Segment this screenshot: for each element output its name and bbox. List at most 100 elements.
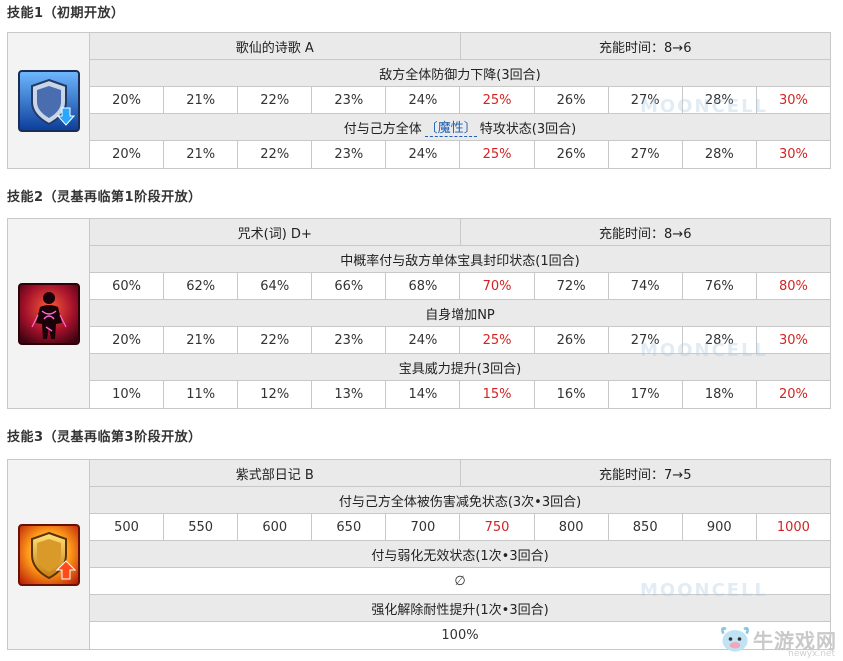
skill-1-name: 歌仙的诗歌 A [235, 40, 314, 56]
shield-damage-cut-icon [17, 523, 80, 586]
site-logo[interactable]: 牛游戏网 newyx.net [717, 621, 837, 659]
skill-2-effect-1-label: 中概率付与敌方单体宝具封印状态(1回合) [90, 246, 830, 273]
value-cell: 12% [237, 381, 312, 408]
skill-2-icon-cell [8, 219, 90, 408]
value-cell: 66% [311, 273, 386, 299]
skill-2-name: 咒术(词) D+ [237, 226, 312, 242]
value-cell: 28% [681, 327, 756, 353]
value-cell: 23% [311, 327, 386, 353]
value-cell: 21% [163, 141, 238, 168]
skill-2-table: 咒术(词) D+ 充能时间：8→6 中概率付与敌方单体宝具封印状态(1回合) 6… [7, 218, 831, 409]
value-cell: 26% [533, 87, 608, 113]
value-cell: 11% [163, 381, 238, 408]
value-cell: 60% [90, 273, 164, 299]
value-cell: 500 [90, 514, 164, 540]
trait-link-demonic[interactable]: 〔魔性〕 [424, 117, 477, 137]
skill-3-table: 紫式部日记 B 充能时间：7→5 付与己方全体被伤害减免状态(3次•3回合) 5… [7, 459, 831, 650]
value-cell-highlight: 70% [459, 273, 534, 299]
value-cell: 700 [385, 514, 460, 540]
skill-2-effect-3-label: 宝具威力提升(3回合) [90, 354, 830, 381]
value-cell: 10% [90, 381, 164, 408]
value-cell: 23% [311, 141, 386, 168]
value-cell: 20% [90, 87, 164, 113]
value-cell: 22% [237, 141, 312, 168]
value-cell: 13% [311, 381, 386, 408]
site-url-text: newyx.net [788, 649, 835, 659]
value-cell: 20% [90, 327, 164, 353]
skill-3-icon-cell [8, 460, 90, 649]
skill-3-name: 紫式部日记 B [235, 467, 314, 483]
value-cell: 76% [681, 273, 756, 299]
skill-1-effect-1-values: 20% 21% 22% 23% 24% 25% 26% 27% 28% 30% [90, 87, 830, 114]
single-value: 100% [441, 628, 479, 643]
value-cell: 850 [607, 514, 682, 540]
effect-label-text: 宝具威力提升(3回合) [398, 361, 522, 377]
effect-label-text: 付与弱化无效状态(1次•3回合) [371, 548, 549, 564]
value-cell: 74% [607, 273, 682, 299]
effect-label-text: 付与己方全体被伤害减免状态(3次•3回合) [338, 494, 582, 510]
value-cell: 650 [311, 514, 386, 540]
value-cell: 27% [607, 327, 682, 353]
skill-1-effect-2-values: 20% 21% 22% 23% 24% 25% 26% 27% 28% 30% [90, 141, 830, 168]
skill-2-effect-1-values: 60% 62% 64% 66% 68% 70% 72% 74% 76% 80% [90, 273, 830, 300]
effect-label-text: 强化解除耐性提升(1次•3回合) [371, 602, 549, 618]
value-cell: 27% [607, 141, 682, 168]
skill-2-title: 技能2（灵基再临第1阶段开放） [7, 190, 202, 205]
effect-label-text: 特攻状态(3回合) [479, 121, 577, 137]
value-cell: 550 [163, 514, 238, 540]
skill-1-header-row: 歌仙的诗歌 A 充能时间：8→6 [90, 33, 830, 60]
value-cell: 16% [533, 381, 608, 408]
value-cell: 26% [533, 327, 608, 353]
value-cell-highlight: 25% [459, 327, 534, 353]
effect-label-text: 付与己方全体 [343, 121, 422, 137]
value-cell-highlight: 30% [755, 141, 830, 168]
value-cell: 72% [533, 273, 608, 299]
skill-3-header-row: 紫式部日记 B 充能时间：7→5 [90, 460, 830, 487]
skill-1-effect-1-label: 敌方全体防御力下降(3回合) [90, 60, 830, 87]
value-cell: 24% [385, 141, 460, 168]
value-cell: 27% [607, 87, 682, 113]
value-cell: 14% [385, 381, 460, 408]
skill-1-charge: 充能时间：8→6 [459, 33, 831, 59]
value-cell-highlight: 30% [755, 327, 830, 353]
value-cell: 68% [385, 273, 460, 299]
value-cell-highlight: 1000 [755, 514, 830, 540]
skill-2-effect-2-values: 20% 21% 22% 23% 24% 25% 26% 27% 28% 30% [90, 327, 830, 354]
value-cell: 900 [681, 514, 756, 540]
value-cell: 600 [237, 514, 312, 540]
value-cell: 28% [681, 141, 756, 168]
value-cell: 28% [681, 87, 756, 113]
skill-1-title: 技能1（初期开放） [7, 6, 125, 21]
single-value: ∅ [454, 573, 466, 589]
skill-3-effect-1-values: 500 550 600 650 700 750 800 850 900 1000 [90, 514, 830, 541]
skill-2-charge: 充能时间：8→6 [459, 219, 831, 245]
value-cell-highlight: 25% [459, 141, 534, 168]
value-cell-highlight: 25% [459, 87, 534, 113]
skill-3-effect-2-value: ∅ [90, 568, 830, 595]
value-cell: 18% [681, 381, 756, 408]
cow-mascot-icon [721, 627, 749, 652]
curse-figure-icon [17, 282, 80, 345]
skill-3-effect-3-label: 强化解除耐性提升(1次•3回合) [90, 595, 830, 622]
effect-label-text: 自身增加NP [425, 307, 495, 323]
value-cell-highlight: 15% [459, 381, 534, 408]
value-cell-highlight: 30% [755, 87, 830, 113]
value-cell-highlight: 750 [459, 514, 534, 540]
value-cell: 17% [607, 381, 682, 408]
value-cell: 800 [533, 514, 608, 540]
value-cell: 24% [385, 327, 460, 353]
value-cell-highlight: 20% [755, 381, 830, 408]
value-cell: 21% [163, 87, 238, 113]
value-cell: 20% [90, 141, 164, 168]
skill-2-effect-3-values: 10% 11% 12% 13% 14% 15% 16% 17% 18% 20% [90, 381, 830, 408]
skill-1-icon-cell [8, 33, 90, 168]
skill-1-effect-2-label: 付与己方全体 〔魔性〕 特攻状态(3回合) [90, 114, 830, 141]
value-cell: 24% [385, 87, 460, 113]
value-cell: 22% [237, 327, 312, 353]
value-cell: 26% [533, 141, 608, 168]
value-cell: 64% [237, 273, 312, 299]
skill-3-charge: 充能时间：7→5 [459, 460, 831, 486]
skill-1-table: 歌仙的诗歌 A 充能时间：8→6 敌方全体防御力下降(3回合) 20% 21% … [7, 32, 831, 169]
skill-3-effect-1-label: 付与己方全体被伤害减免状态(3次•3回合) [90, 487, 830, 514]
effect-label-text: 中概率付与敌方单体宝具封印状态(1回合) [340, 253, 580, 269]
